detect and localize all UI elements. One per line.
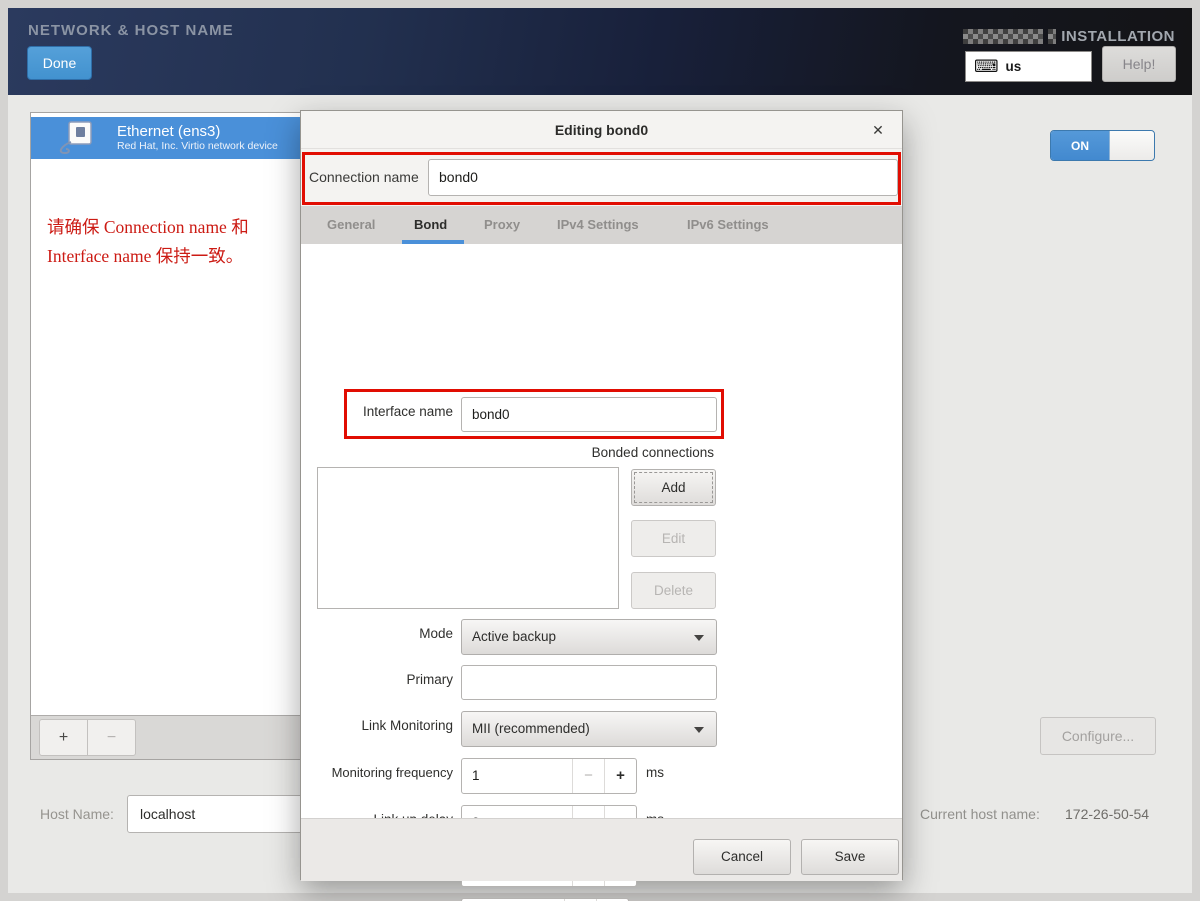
network-on-toggle[interactable]: ON: [1050, 130, 1155, 161]
dialog-footer: Cancel Save: [301, 818, 902, 881]
plus-icon[interactable]: +: [604, 759, 636, 793]
dialog-tabstrip: General Bond Proxy IPv4 Settings IPv6 Se…: [301, 206, 902, 244]
tab-bond[interactable]: Bond: [414, 206, 447, 244]
redacted-block: [963, 29, 1043, 44]
link-monitoring-dropdown[interactable]: MII (recommended): [461, 711, 717, 747]
tab-proxy[interactable]: Proxy: [484, 206, 520, 244]
ethernet-icon: [57, 120, 99, 156]
mode-label: Mode: [301, 626, 453, 641]
annotation-line2: Interface name 保持一致。: [47, 242, 312, 271]
toggle-handle: [1109, 131, 1154, 160]
current-host-value: 172-26-50-54: [1065, 806, 1149, 822]
device-list-panel: Ethernet (ens3) Red Hat, Inc. Virtio net…: [30, 112, 316, 760]
close-icon[interactable]: ✕: [868, 120, 888, 140]
tab-ipv6-settings[interactable]: IPv6 Settings: [687, 206, 769, 244]
dialog-title: Editing bond0: [301, 111, 902, 149]
interface-name-label: Interface name: [301, 404, 453, 419]
current-host-label: Current host name:: [920, 806, 1040, 822]
add-device-button[interactable]: +: [39, 719, 88, 756]
device-row-ethernet[interactable]: Ethernet (ens3) Red Hat, Inc. Virtio net…: [31, 117, 315, 159]
connection-name-row: Connection name bond0: [301, 149, 902, 206]
keyboard-icon: ⌨: [974, 58, 999, 75]
link-monitoring-label: Link Monitoring: [301, 718, 453, 733]
hostname-input[interactable]: localhost: [127, 795, 327, 833]
chevron-down-icon: [694, 635, 704, 641]
save-button[interactable]: Save: [801, 839, 899, 875]
mode-dropdown[interactable]: Active backup: [461, 619, 717, 655]
device-name: Ethernet (ens3): [117, 123, 278, 140]
device-texts: Ethernet (ens3) Red Hat, Inc. Virtio net…: [117, 123, 278, 153]
toggle-on-label: ON: [1051, 131, 1109, 160]
delete-bond-button[interactable]: Delete: [631, 572, 716, 609]
cancel-button[interactable]: Cancel: [693, 839, 791, 875]
dialog-titlebar: Editing bond0 ✕: [301, 111, 902, 149]
monitoring-frequency-value: 1: [462, 759, 572, 793]
spoke-header: NETWORK & HOST NAME Done INSTALLATION ⌨ …: [8, 8, 1192, 95]
monitoring-frequency-spinner[interactable]: 1 − +: [461, 758, 637, 794]
editing-bond0-dialog: Editing bond0 ✕ Connection name bond0 Ge…: [300, 110, 903, 880]
bonded-connections-label: Bonded connections: [504, 445, 714, 460]
edit-bond-button[interactable]: Edit: [631, 520, 716, 557]
device-list-toolbar: + −: [31, 715, 315, 759]
page-title: NETWORK & HOST NAME: [28, 22, 234, 39]
installation-label: INSTALLATION: [1061, 28, 1175, 45]
keyboard-layout-label: us: [1006, 59, 1022, 74]
help-button[interactable]: Help!: [1102, 46, 1176, 82]
anaconda-network-screen: NETWORK & HOST NAME Done INSTALLATION ⌨ …: [0, 0, 1200, 901]
monitoring-frequency-label: Monitoring frequency: [301, 765, 453, 780]
configure-button[interactable]: Configure...: [1040, 717, 1156, 755]
mode-value: Active backup: [472, 629, 556, 644]
bond-tab-content: Interface name bond0 Bonded connections …: [301, 244, 902, 818]
done-button[interactable]: Done: [27, 46, 92, 80]
tab-general[interactable]: General: [327, 206, 375, 244]
tab-ipv4-settings[interactable]: IPv4 Settings: [557, 206, 639, 244]
device-description: Red Hat, Inc. Virtio network device: [117, 140, 278, 153]
connection-name-input[interactable]: bond0: [428, 159, 898, 196]
bonded-connections-list[interactable]: [317, 467, 619, 609]
remove-device-button[interactable]: −: [87, 719, 136, 756]
minus-icon[interactable]: −: [572, 759, 604, 793]
monitoring-frequency-unit: ms: [646, 765, 664, 780]
keyboard-layout-selector[interactable]: ⌨ us: [965, 51, 1092, 82]
installation-line: INSTALLATION: [963, 28, 1175, 45]
connection-name-label: Connection name: [309, 169, 419, 185]
add-bond-button[interactable]: Add: [631, 469, 716, 506]
redacted-block: [1048, 29, 1056, 44]
annotation-note: 请确保 Connection name 和 Interface name 保持一…: [47, 213, 312, 271]
interface-name-input[interactable]: bond0: [461, 397, 717, 432]
hostname-label: Host Name:: [40, 806, 114, 822]
chevron-down-icon: [694, 727, 704, 733]
primary-label: Primary: [301, 672, 453, 687]
link-monitoring-value: MII (recommended): [472, 721, 590, 736]
primary-input[interactable]: [461, 665, 717, 700]
annotation-line1: 请确保 Connection name 和: [47, 213, 312, 242]
